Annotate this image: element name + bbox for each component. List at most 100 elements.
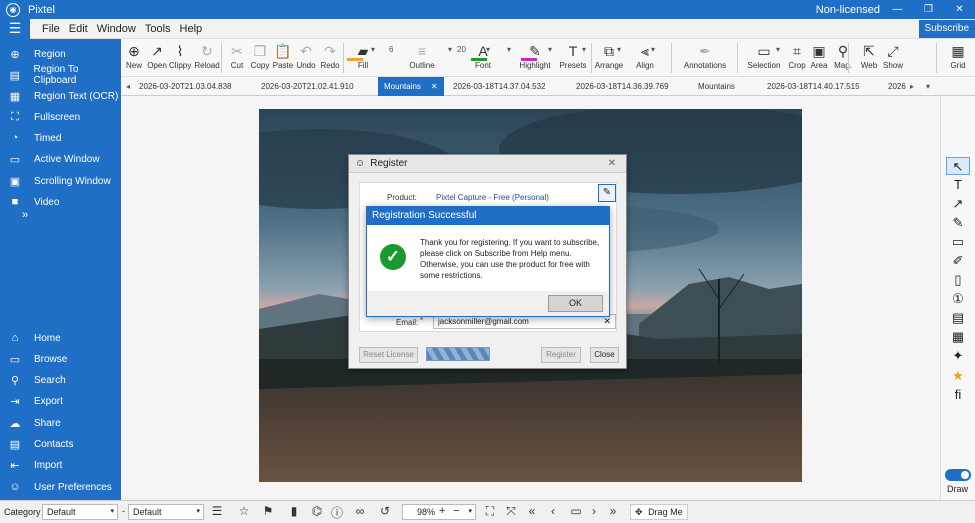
mag-button[interactable]: ⚲ Mag. [831,41,855,71]
tab-scroll-right-icon[interactable]: ▸ [910,77,914,96]
menu-help[interactable]: Help [177,23,206,35]
note-tool-icon[interactable]: ▯ [946,271,970,289]
tab-list-icon[interactable]: ▾ [926,77,930,96]
favorite-star-icon[interactable]: ☆ [236,504,252,518]
sidebar-item-timed[interactable]: ◔ Timed [0,128,121,148]
close-window-button[interactable]: ✕ [944,0,975,19]
reload-button[interactable]: ↻ Reload [194,41,220,71]
paste-button[interactable]: 📋 Paste [272,41,294,71]
sidebar-item-share[interactable]: ☁ Share [0,413,121,433]
register-close-icon[interactable]: ✕ [608,158,616,169]
sidebar-more-icon[interactable]: » [22,209,28,221]
expand-icon[interactable]: ⤧ [503,504,519,519]
tab-active[interactable]: Mountains ✕ [378,77,444,96]
sidebar-item-region[interactable]: ⊕ Region [0,44,121,64]
register-button[interactable]: Register [541,347,581,363]
chevron-down-icon[interactable]: ▾ [776,45,780,54]
chevron-down-icon[interactable]: ▾ [617,45,621,54]
menu-window[interactable]: Window [94,23,139,35]
maximize-button[interactable]: ❐ [913,0,944,19]
star-tool-icon[interactable]: ★ [946,367,970,385]
magic-tool-icon[interactable]: ✦ [946,347,970,365]
sidebar-item-fullscreen[interactable]: ⛶ Fullscreen [0,107,121,127]
outline-button[interactable]: ≡ Outline [397,41,447,71]
copy-button[interactable]: ❐ Copy [249,41,271,71]
redo-button[interactable]: ↷ Redo [319,41,341,71]
area-button[interactable]: ▣ Area [809,41,829,71]
reset-license-button[interactable]: Reset License [359,347,418,363]
drag-me-button[interactable]: ✥ Drag Me [630,504,688,520]
new-button[interactable]: ⊕ New [124,41,144,71]
step-number-icon[interactable]: ① [946,290,970,308]
ligature-tool-icon[interactable]: fi [946,386,970,404]
pen-tool-icon[interactable]: ✎ [946,214,970,232]
chevron-down-icon[interactable]: ▾ [486,45,490,54]
chevron-down-icon[interactable]: ▾ [548,45,552,54]
show-button[interactable]: ⤢ Show [881,41,905,71]
highlight-button[interactable]: ✎ Highlight [518,41,552,71]
sidebar-item-home[interactable]: ⌂ Home [0,328,121,348]
prev-page-icon[interactable]: ‹ [545,504,561,518]
menu-edit[interactable]: Edit [66,23,91,35]
subscribe-button[interactable]: Subscribe [918,20,975,38]
details-icon[interactable]: ☰ [209,504,225,518]
menu-file[interactable]: File [39,23,63,35]
rectangle-tool-icon[interactable]: ▭ [946,233,970,251]
page-icon[interactable]: ▭ [568,504,584,518]
undo-button[interactable]: ↶ Undo [295,41,317,71]
web-button[interactable]: ⇱ Web [859,41,879,71]
sidebar-item-scrolling-window[interactable]: ▣ Scrolling Window [0,171,121,191]
cut-button[interactable]: ✂ Cut [229,41,245,71]
sidebar-item-search[interactable]: ⚲ Search [0,370,121,390]
menu-tools[interactable]: Tools [142,23,174,35]
grid-button[interactable]: ▦ Grid [946,41,970,71]
sidebar-item-import[interactable]: ⇤ Import [0,455,121,475]
chevron-down-icon[interactable]: ▾ [651,45,655,54]
category-select[interactable]: Default ▾ [42,504,118,520]
close-button[interactable]: Close [590,347,619,363]
flag-icon[interactable]: ⚑ [260,504,276,518]
tab-item[interactable]: 2026-03-20T21.03.04.838 [139,77,232,96]
first-page-icon[interactable]: « [524,504,540,518]
link-icon[interactable]: ∞ [352,504,368,518]
tag-icon[interactable]: ⌬ [309,504,325,518]
sidebar-item-active-window[interactable]: ▭ Active Window [0,149,121,169]
zoom-in-icon[interactable]: + [439,504,445,518]
marker-tool-icon[interactable]: ✐ [946,252,970,270]
tab-item[interactable]: 2026 [888,77,908,96]
subcategory-select[interactable]: Default ▾ [128,504,204,520]
font-size-value[interactable]: 20 [457,45,466,54]
blur-tool-icon[interactable]: ▦ [946,328,970,346]
zoom-control[interactable]: 98% + − ▾ [402,504,476,520]
bookmark-icon[interactable]: ▮ [286,504,302,518]
zoom-dropdown-icon[interactable]: ▾ [468,505,472,519]
tab-item[interactable]: 2026-03-18T14.37.04.532 [453,77,546,96]
chevron-down-icon[interactable]: ▾ [582,45,586,54]
tab-scroll-left-icon[interactable]: ◂ [126,77,130,96]
stamp-tool-icon[interactable]: ▤ [946,309,970,327]
pointer-icon[interactable]: ↖ [946,157,970,175]
text-tool-icon[interactable]: T [946,176,970,194]
sidebar-item-export[interactable]: ⇥ Export [0,391,121,411]
sidebar-item-video[interactable]: ■ Video [0,192,121,212]
chevron-down-icon[interactable]: ▾ [371,45,375,54]
fit-icon[interactable]: ⛶ [482,504,498,519]
zoom-out-icon[interactable]: − [453,504,459,518]
arrow-tool-icon[interactable]: ↗ [946,195,970,213]
history-icon[interactable]: ↺ [377,504,393,518]
sidebar-item-browse[interactable]: ▭ Browse [0,349,121,369]
tab-item[interactable]: 2026-03-18T14.36.39.769 [576,77,669,96]
outline-size-value[interactable]: 6 [389,45,393,54]
sidebar-item-region-text-ocr[interactable]: ▦ Region Text (OCR) [0,86,121,106]
sidebar-item-contacts[interactable]: ▤ Contacts [0,434,121,454]
hamburger-menu-icon[interactable]: ☰ [0,18,30,39]
info-icon[interactable]: ⓘ [329,504,345,521]
next-page-icon[interactable]: › [586,504,602,518]
chevron-down-icon[interactable]: ▾ [448,45,452,54]
tab-close-icon[interactable]: ✕ [431,82,438,91]
crop-button[interactable]: ⌗ Crop [787,41,807,71]
minimize-button[interactable]: — [882,0,913,19]
draw-toggle[interactable] [945,469,971,481]
edit-product-icon[interactable]: ✎ [598,184,616,202]
chevron-down-icon[interactable]: ▾ [507,45,511,54]
